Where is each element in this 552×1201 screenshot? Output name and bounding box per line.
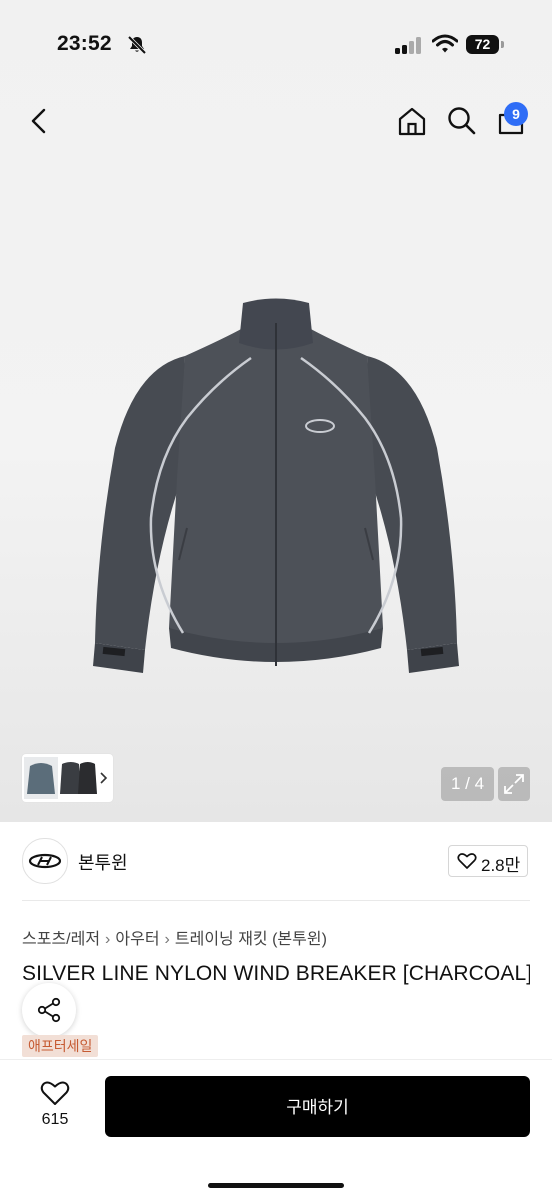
breadcrumb-item[interactable]: 트레이닝 재킷 (본투윈) <box>175 931 327 948</box>
thumbnail-strip[interactable] <box>22 754 113 802</box>
brand-like-count: 2.8만 <box>481 856 521 875</box>
image-counter: 1 / 4 <box>441 767 494 801</box>
share-button[interactable] <box>22 983 76 1037</box>
wishlist-heart-icon[interactable] <box>40 1080 70 1106</box>
breadcrumb: 스포츠/레저 › 아우터 › 트레이닝 재킷 (본투윈) <box>22 925 327 949</box>
home-indicator <box>208 1183 344 1188</box>
chevron-right-icon: › <box>164 931 170 948</box>
share-icon <box>37 997 61 1023</box>
brand-name[interactable]: 본투윈 <box>78 849 128 875</box>
thumbnail-images <box>24 757 108 799</box>
status-time: 23:52 <box>57 32 112 55</box>
back-icon[interactable] <box>24 105 56 137</box>
chevron-right-icon: › <box>105 931 111 948</box>
after-sale-badge: 애프터세일 <box>22 1035 99 1057</box>
battery-nub <box>501 41 504 48</box>
wishlist-count: 615 <box>41 1111 69 1128</box>
home-icon[interactable] <box>396 105 428 137</box>
product-jacket-image <box>93 298 459 673</box>
cart-count-badge: 9 <box>504 102 528 126</box>
brand-logo[interactable] <box>22 838 68 884</box>
expand-image-button[interactable] <box>498 767 530 801</box>
breadcrumb-item[interactable]: 아우터 <box>115 931 159 948</box>
signal-icon <box>395 36 423 54</box>
buy-button[interactable]: 구매하기 <box>105 1076 530 1137</box>
wifi-icon <box>432 34 458 53</box>
breadcrumb-item[interactable]: 스포츠/레저 <box>22 931 100 948</box>
divider <box>22 900 530 901</box>
bell-muted-icon <box>127 35 147 55</box>
brand-logo-mark <box>28 853 62 869</box>
battery-indicator: 72 <box>466 35 499 54</box>
search-icon[interactable] <box>446 105 478 137</box>
heart-icon <box>457 853 477 869</box>
expand-icon <box>504 774 524 794</box>
product-title: SILVER LINE NYLON WIND BREAKER [CHARCOAL… <box>22 962 530 985</box>
